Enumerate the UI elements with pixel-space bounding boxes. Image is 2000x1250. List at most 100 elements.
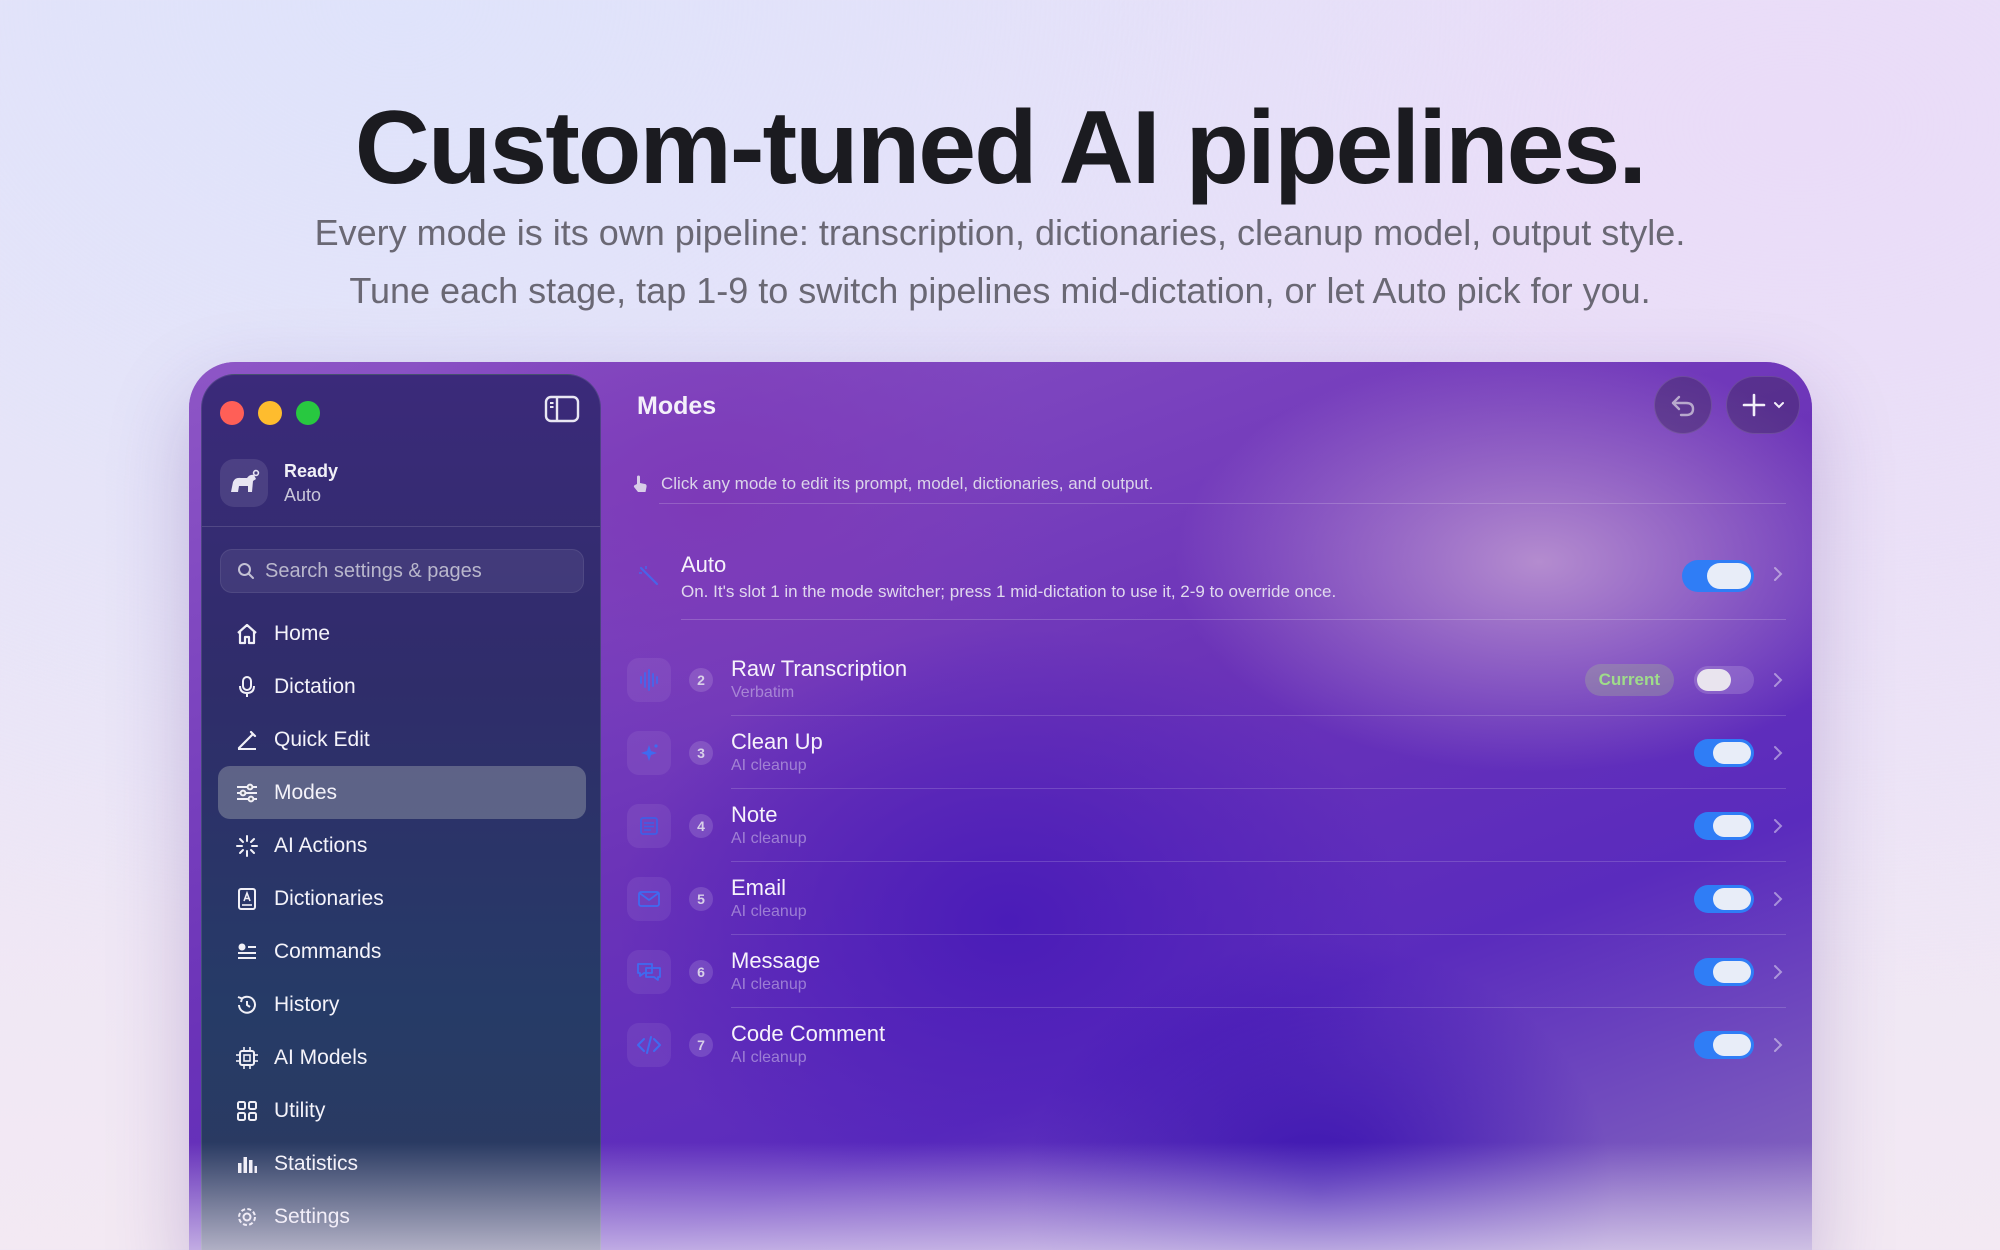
mode-subtitle: AI cleanup <box>731 976 807 993</box>
dictionary-icon <box>234 886 260 912</box>
sidebar-item-ai-models[interactable]: AI Models <box>218 1031 586 1084</box>
sidebar: Ready Auto Home Dictation <box>201 374 601 1250</box>
note-icon <box>627 804 671 848</box>
chevron-right-icon <box>1774 819 1783 833</box>
search-input[interactable] <box>265 559 565 583</box>
sidebar-divider <box>202 526 600 527</box>
search-icon <box>238 563 254 579</box>
window-controls <box>220 401 320 425</box>
sidebar-toggle-icon <box>544 395 580 423</box>
pencil-icon <box>234 727 260 753</box>
mode-toggle[interactable] <box>1694 739 1754 767</box>
mode-row-message[interactable]: 6 Message AI cleanup <box>627 936 1786 1008</box>
envelope-icon <box>627 877 671 921</box>
chevron-right-icon <box>1774 965 1783 979</box>
hero-subtitle-line2: Tune each stage, tap 1-9 to switch pipel… <box>349 270 1651 311</box>
mode-toggle[interactable] <box>1694 666 1754 694</box>
sidebar-item-home[interactable]: Home <box>218 607 586 660</box>
plus-icon <box>1742 393 1766 417</box>
microphone-icon <box>234 674 260 700</box>
code-icon <box>627 1023 671 1067</box>
add-mode-button[interactable] <box>1726 376 1800 434</box>
sparkle-icon <box>234 833 260 859</box>
chevron-right-icon <box>1774 892 1783 906</box>
status-mode: Auto <box>284 485 322 505</box>
mode-slot-number: 3 <box>689 741 713 765</box>
sidebar-toggle-button[interactable] <box>542 391 582 427</box>
mode-name: Clean Up <box>731 729 823 754</box>
chevron-right-icon <box>1774 567 1783 581</box>
undo-icon <box>1671 395 1695 417</box>
hero-subtitle-line1: Every mode is its own pipeline: transcri… <box>314 212 1686 253</box>
hint-banner: Click any mode to edit its prompt, model… <box>631 474 1153 494</box>
page-title: Modes <box>637 392 717 420</box>
sidebar-item-statistics[interactable]: Statistics <box>218 1137 586 1190</box>
chat-bubbles-icon <box>627 950 671 994</box>
mode-toggle[interactable] <box>1694 958 1754 986</box>
mode-slot-number: 6 <box>689 960 713 984</box>
sidebar-item-ai-actions[interactable]: AI Actions <box>218 819 586 872</box>
undo-button[interactable] <box>1654 376 1712 434</box>
status-block[interactable]: Ready Auto <box>220 457 580 511</box>
mode-toggle[interactable] <box>1694 812 1754 840</box>
mode-row-note[interactable]: 4 Note AI cleanup <box>627 790 1786 862</box>
mode-name: Message <box>731 948 821 973</box>
mode-row-email[interactable]: 5 Email AI cleanup <box>627 863 1786 935</box>
mode-row-auto[interactable]: Auto On. It's slot 1 in the mode switche… <box>627 538 1786 620</box>
mode-slot-number: 2 <box>689 668 713 692</box>
main-content: Modes Click any mode to edit its prompt,… <box>601 362 1812 1250</box>
sidebar-item-commands[interactable]: Commands <box>218 925 586 978</box>
sidebar-item-utility[interactable]: Utility <box>218 1084 586 1137</box>
chip-icon <box>234 1045 260 1071</box>
mode-subtitle: AI cleanup <box>731 830 807 847</box>
mode-row-code-comment[interactable]: 7 Code Comment AI cleanup <box>627 1009 1786 1081</box>
grid-icon <box>234 1098 260 1124</box>
close-window-button[interactable] <box>220 401 244 425</box>
hint-text: Click any mode to edit its prompt, model… <box>661 474 1154 493</box>
hero-title: Custom-tuned AI pipelines. <box>354 90 1647 206</box>
app-logo-icon <box>231 469 260 492</box>
mode-row-clean-up[interactable]: 3 Clean Up AI cleanup <box>627 717 1786 789</box>
zoom-window-button[interactable] <box>296 401 320 425</box>
bar-chart-icon <box>234 1151 260 1177</box>
mode-subtitle: AI cleanup <box>731 1049 807 1066</box>
sidebar-item-quick-edit[interactable]: Quick Edit <box>218 713 586 766</box>
mode-name: Raw Transcription <box>731 656 908 681</box>
sidebar-item-modes[interactable]: Modes <box>218 766 586 819</box>
sparkle-icon <box>627 731 671 775</box>
search-box[interactable] <box>220 549 584 593</box>
mode-subtitle: AI cleanup <box>731 903 807 920</box>
waveform-icon <box>627 658 671 702</box>
gear-icon <box>234 1204 260 1230</box>
wand-icon <box>639 566 659 586</box>
mode-toggle[interactable] <box>1694 1031 1754 1059</box>
mode-slot-number: 5 <box>689 887 713 911</box>
sidebar-item-dictation[interactable]: Dictation <box>218 660 586 713</box>
mode-name: Auto <box>681 552 727 577</box>
commands-icon <box>234 939 260 965</box>
sidebar-item-history[interactable]: History <box>218 978 586 1031</box>
mode-name: Email <box>731 875 787 900</box>
sidebar-item-dictionaries[interactable]: Dictionaries <box>218 872 586 925</box>
mode-slot-number: 7 <box>689 1033 713 1057</box>
minimize-window-button[interactable] <box>258 401 282 425</box>
mode-row-raw-transcription[interactable]: 2 Raw Transcription Verbatim Current <box>627 644 1786 716</box>
chevron-right-icon <box>1774 746 1783 760</box>
auto-toggle[interactable] <box>1682 560 1754 592</box>
app-window: Ready Auto Home Dictation <box>189 362 1812 1250</box>
mode-subtitle: Verbatim <box>731 684 795 701</box>
home-icon <box>234 621 260 647</box>
mode-toggle[interactable] <box>1694 885 1754 913</box>
history-icon <box>234 992 260 1018</box>
app-avatar <box>220 459 268 507</box>
mode-name: Note <box>731 802 778 827</box>
sidebar-item-settings[interactable]: Settings <box>218 1190 586 1243</box>
chevron-down-icon <box>1774 402 1784 409</box>
mode-slot-number: 4 <box>689 814 713 838</box>
chevron-right-icon <box>1774 1038 1783 1052</box>
pointer-hand-icon <box>633 475 647 492</box>
sliders-icon <box>234 780 260 806</box>
mode-name: Code Comment <box>731 1021 886 1046</box>
chevron-right-icon <box>1774 673 1783 687</box>
mode-subtitle: AI cleanup <box>731 757 807 774</box>
